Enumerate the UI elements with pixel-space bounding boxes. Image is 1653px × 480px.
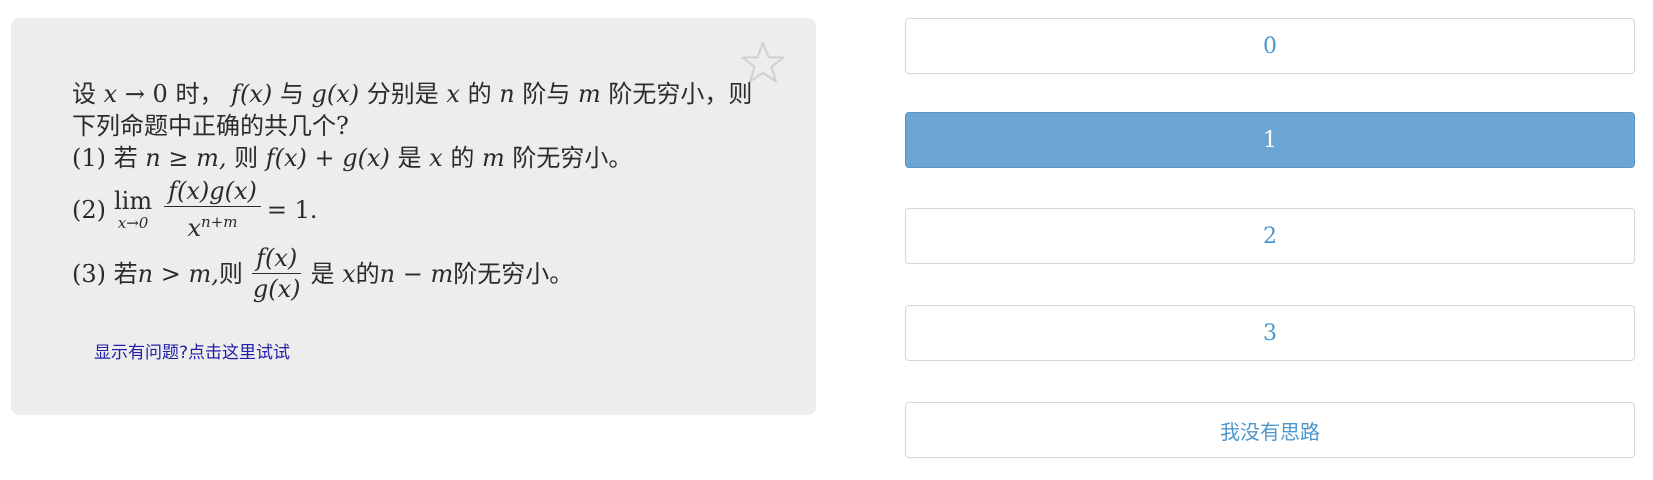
numerator: f(x)g(x) [164, 176, 261, 207]
text: (2) [72, 195, 106, 224]
limit-operator: lim x→0 [114, 188, 152, 232]
math-expr: f(x) + g(x) [265, 144, 390, 172]
text: 设 [72, 80, 96, 108]
statement-1: (1) 若 n ≥ m, 则 f(x) + g(x) 是 x 的 m 阶无穷小。 [72, 142, 772, 174]
math-var: x [103, 80, 118, 108]
text: 是 [389, 144, 430, 172]
text: 是 [310, 259, 335, 288]
math-var: m [577, 80, 601, 108]
text: (3) 若 [72, 259, 138, 288]
math-expr: f(x) [231, 80, 273, 108]
text: 的 [459, 80, 500, 108]
lim-subscript: x→0 [117, 213, 149, 232]
text: 分别是 [359, 80, 447, 108]
statement-3: (3) 若 n > m, 则 f(x) g(x) 是 x 的 n − m 阶无穷… [72, 243, 772, 304]
math-var: x [446, 80, 460, 108]
text: (1) 若 [72, 144, 146, 172]
math-var: x [187, 214, 202, 242]
text: 阶与 [514, 80, 578, 108]
text: 则 [226, 144, 266, 172]
statement-2: (2) lim x→0 f(x)g(x) xn+m = 1. [72, 176, 772, 243]
no-idea-button[interactable]: 我没有思路 [905, 402, 1635, 458]
question-card: 设 x → 0 时， f(x) 与 g(x) 分别是 x 的 n 阶与 m 阶无… [11, 18, 816, 415]
text: → 0 时， [117, 80, 224, 108]
display-problem-link[interactable]: 显示有问题?点击这里试试 [94, 338, 290, 363]
text: = 1. [266, 195, 318, 224]
math-expr: n > m, [137, 259, 219, 288]
fraction: f(x)g(x) xn+m [164, 176, 261, 243]
option-3-button[interactable]: 3 [905, 305, 1635, 361]
math-var: x [429, 144, 443, 172]
numerator: f(x) [252, 243, 302, 274]
denominator: xn+m [184, 207, 242, 243]
denominator: g(x) [252, 275, 301, 303]
question-text: 设 x → 0 时， f(x) 与 g(x) 分别是 x 的 n 阶与 m 阶无… [72, 78, 772, 304]
math-var: m [481, 144, 505, 172]
exponent: n+m [201, 213, 238, 231]
page: 设 x → 0 时， f(x) 与 g(x) 分别是 x 的 n 阶与 m 阶无… [0, 0, 1653, 480]
math-expr: n − m [379, 259, 454, 288]
option-0-button[interactable]: 0 [905, 18, 1635, 74]
option-1-button[interactable]: 1 [905, 112, 1635, 168]
lim-text: lim [114, 186, 153, 215]
text: 的 [442, 144, 482, 172]
text: 与 [272, 80, 312, 108]
text: 阶无穷小。 [453, 259, 574, 288]
math-expr: g(x) [311, 80, 360, 108]
fraction: f(x) g(x) [249, 243, 305, 304]
text: 阶无穷小。 [504, 144, 633, 172]
math-var: n [499, 80, 515, 108]
math-var: x [342, 259, 356, 288]
text: 的 [355, 259, 380, 288]
question-intro: 设 x → 0 时， f(x) 与 g(x) 分别是 x 的 n 阶与 m 阶无… [72, 78, 772, 142]
text: 则 [218, 259, 243, 288]
option-2-button[interactable]: 2 [905, 208, 1635, 264]
math-expr: n ≥ m, [145, 144, 227, 172]
